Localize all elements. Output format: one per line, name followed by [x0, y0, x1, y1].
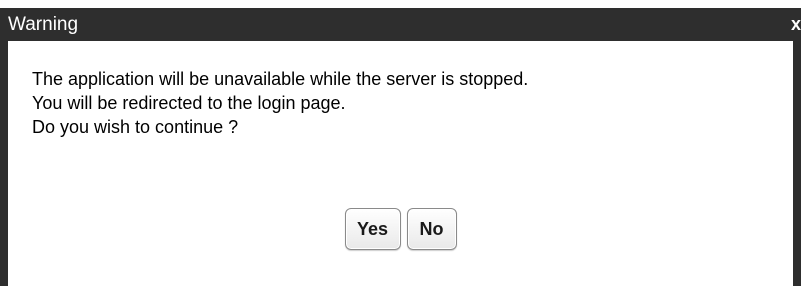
dialog-border-left — [0, 41, 8, 286]
message-line-3: Do you wish to continue ? — [32, 117, 239, 137]
yes-button[interactable]: Yes — [344, 208, 401, 250]
message-line-1: The application will be unavailable whil… — [32, 69, 529, 89]
no-button[interactable]: No — [406, 208, 457, 250]
message-line-2: You will be redirected to the login page… — [32, 93, 346, 113]
dialog-border-right — [793, 41, 801, 286]
dialog-button-row: Yes No — [8, 208, 793, 250]
dialog-message: The application will be unavailable whil… — [32, 67, 528, 139]
warning-dialog: Warning x The application will be unavai… — [0, 0, 801, 286]
dialog-title: Warning — [8, 14, 79, 35]
dialog-body: The application will be unavailable whil… — [8, 41, 793, 286]
close-icon[interactable]: x — [789, 13, 801, 35]
dialog-titlebar[interactable]: Warning x — [0, 8, 801, 41]
